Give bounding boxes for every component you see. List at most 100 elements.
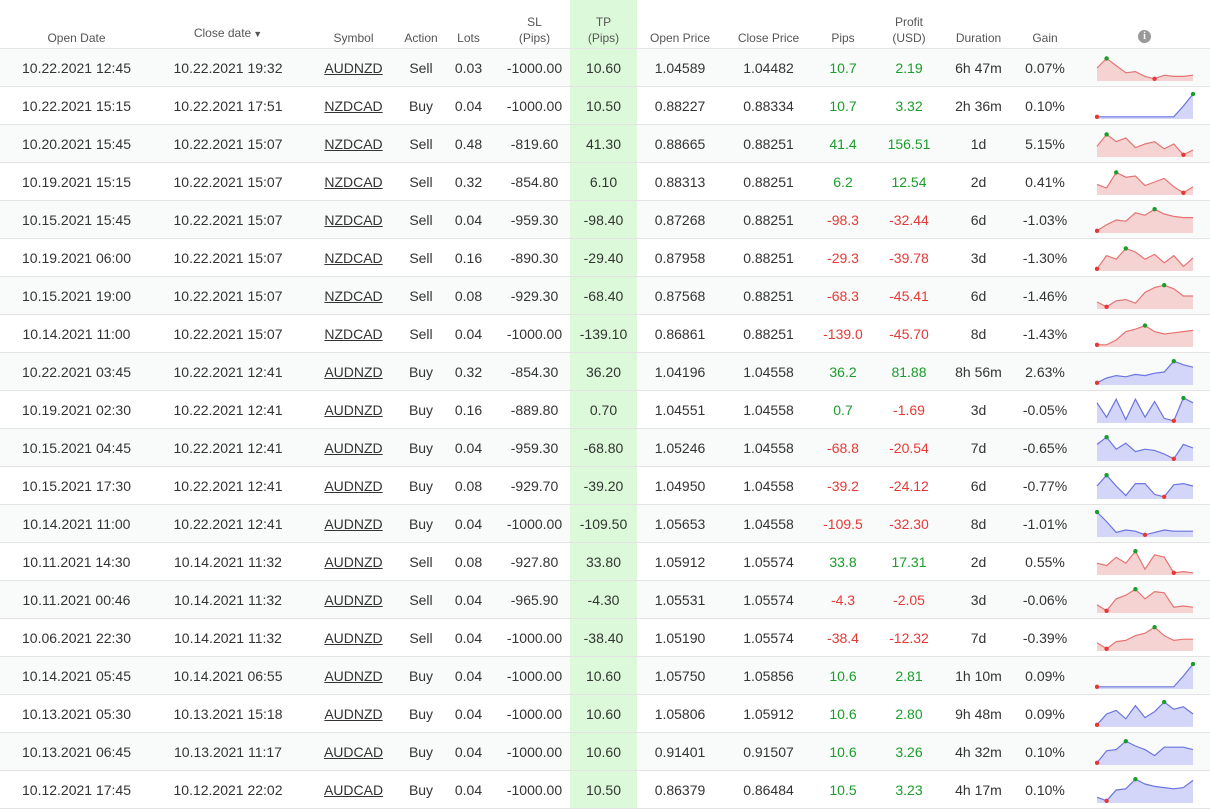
sort-desc-icon[interactable]: ▼ <box>253 29 262 39</box>
trade-history-table: Open Date Close date ▼ Symbol Action Lots… <box>0 0 1210 809</box>
table-row[interactable]: 10.13.2021 06:45 10.13.2021 11:17 AUDCAD Bu… <box>0 732 1210 771</box>
open-date-cell: 10.13.2021 05:30 <box>0 694 153 733</box>
symbol-link[interactable]: AUDNZD <box>324 630 382 646</box>
col-action[interactable]: Action <box>404 0 438 49</box>
lots-cell: 0.08 <box>438 466 499 505</box>
symbol-link[interactable]: AUDNZD <box>324 478 382 494</box>
table-row[interactable]: 10.13.2021 05:30 10.13.2021 15:18 AUDNZD Bu… <box>0 694 1210 733</box>
sparkline-max-point <box>1123 738 1128 743</box>
col-close-date[interactable]: Close date ▼ <box>153 0 303 49</box>
sparkline-cell <box>1079 238 1210 277</box>
sparkline-min-point <box>1151 76 1157 81</box>
col-gain[interactable]: Gain <box>1011 0 1079 49</box>
table-row[interactable]: 10.15.2021 19:00 10.22.2021 15:07 NZDCAD Se… <box>0 276 1210 315</box>
sparkline-max-point <box>1103 434 1109 439</box>
table-row[interactable]: 10.20.2021 15:45 10.22.2021 15:07 NZDCAD Se… <box>0 124 1210 163</box>
open-price-cell: 1.04950 <box>637 466 723 505</box>
table-row[interactable]: 10.22.2021 15:15 10.22.2021 17:51 NZDCAD Bu… <box>0 86 1210 125</box>
table-row[interactable]: 10.22.2021 12:45 10.22.2021 19:32 AUDNZD Se… <box>0 48 1210 87</box>
table-row[interactable]: 10.22.2021 03:45 10.22.2021 12:41 AUDNZD Bu… <box>0 352 1210 391</box>
table-row[interactable]: 10.06.2021 22:30 10.14.2021 11:32 AUDNZD Se… <box>0 618 1210 657</box>
lots-cell: 0.04 <box>438 694 499 733</box>
symbol-link[interactable]: AUDNZD <box>324 706 382 722</box>
trade-sparkline <box>1094 699 1193 727</box>
table-row[interactable]: 10.19.2021 06:00 10.22.2021 15:07 NZDCAD Se… <box>0 238 1210 277</box>
symbol-link[interactable]: NZDCAD <box>324 326 382 342</box>
symbol-link[interactable]: NZDCAD <box>324 98 382 114</box>
symbol-link[interactable]: AUDNZD <box>324 554 382 570</box>
col-tp[interactable]: TP (Pips) <box>570 0 637 49</box>
tp-cell: -139.10 <box>570 314 637 353</box>
trade-sparkline <box>1096 586 1193 613</box>
table-row[interactable]: 10.11.2021 14:30 10.14.2021 11:32 AUDNZD Se… <box>0 542 1210 581</box>
col-duration[interactable]: Duration <box>946 0 1011 49</box>
col-profit[interactable]: Profit (USD) <box>872 0 946 49</box>
table-row[interactable]: 10.15.2021 15:45 10.22.2021 15:07 NZDCAD Se… <box>0 200 1210 239</box>
sparkline-cell <box>1079 162 1210 201</box>
profit-cell: 3.32 <box>872 86 946 125</box>
symbol-link[interactable]: AUDNZD <box>324 592 382 608</box>
tp-cell: 10.60 <box>570 656 637 695</box>
pips-cell: 10.6 <box>814 694 872 733</box>
sl-cell: -959.30 <box>499 428 570 467</box>
symbol-link[interactable]: NZDCAD <box>324 250 382 266</box>
close-date-cell: 10.22.2021 12:41 <box>153 390 303 429</box>
col-open-price[interactable]: Open Price <box>637 0 723 49</box>
open-date-cell: 10.11.2021 00:46 <box>0 580 153 619</box>
col-open-date[interactable]: Open Date <box>0 0 153 49</box>
sl-cell: -819.60 <box>499 124 570 163</box>
table-row[interactable]: 10.14.2021 11:00 10.22.2021 12:41 AUDNZD Bu… <box>0 504 1210 543</box>
info-icon[interactable]: i <box>1138 30 1151 43</box>
col-pips[interactable]: Pips <box>814 0 872 49</box>
duration-cell: 1h 10m <box>946 656 1011 695</box>
symbol-link[interactable]: AUDNZD <box>324 668 382 684</box>
symbol-link[interactable]: AUDNZD <box>324 364 382 380</box>
table-row[interactable]: 10.19.2021 02:30 10.22.2021 12:41 AUDNZD Bu… <box>0 390 1210 429</box>
trade-sparkline <box>1096 55 1193 81</box>
lots-cell: 0.32 <box>438 352 499 391</box>
duration-cell: 9h 48m <box>946 694 1011 733</box>
open-date-cell: 10.19.2021 02:30 <box>0 390 153 429</box>
sparkline-max-point <box>1132 548 1138 553</box>
tp-cell: -39.20 <box>570 466 637 505</box>
symbol-link[interactable]: NZDCAD <box>324 212 382 228</box>
lots-cell: 0.04 <box>438 314 499 353</box>
symbol-link[interactable]: NZDCAD <box>324 288 382 304</box>
symbol-link[interactable]: AUDNZD <box>324 440 382 456</box>
open-date-cell: 10.15.2021 15:45 <box>0 200 153 239</box>
table-row[interactable]: 10.14.2021 11:00 10.22.2021 15:07 NZDCAD Se… <box>0 314 1210 353</box>
lots-cell: 0.48 <box>438 124 499 163</box>
tp-cell: 36.20 <box>570 352 637 391</box>
symbol-link[interactable]: AUDCAD <box>324 782 383 798</box>
symbol-link[interactable]: AUDCAD <box>324 744 383 760</box>
col-lots[interactable]: Lots <box>438 0 499 49</box>
duration-cell: 6d <box>946 466 1011 505</box>
open-price-cell: 0.87268 <box>637 200 723 239</box>
sparkline-min-point <box>1180 190 1186 195</box>
table-row[interactable]: 10.11.2021 00:46 10.14.2021 11:32 AUDNZD Se… <box>0 580 1210 619</box>
symbol-link[interactable]: NZDCAD <box>324 136 382 152</box>
close-price-cell: 1.05912 <box>723 694 814 733</box>
col-close-price[interactable]: Close Price <box>723 0 814 49</box>
col-sl[interactable]: SL (Pips) <box>499 0 570 49</box>
tp-cell: -38.40 <box>570 618 637 657</box>
sparkline-min-point <box>1094 760 1099 765</box>
table-row[interactable]: 10.12.2021 17:45 10.12.2021 22:02 AUDCAD Bu… <box>0 770 1210 809</box>
symbol-link[interactable]: AUDNZD <box>324 402 382 418</box>
table-row[interactable]: 10.15.2021 17:30 10.22.2021 12:41 AUDNZD Bu… <box>0 466 1210 505</box>
sparkline-area <box>1096 740 1193 765</box>
pips-cell: -39.2 <box>814 466 872 505</box>
open-date-cell: 10.12.2021 17:45 <box>0 770 153 809</box>
sparkline-max-point <box>1103 131 1109 137</box>
symbol-link[interactable]: AUDNZD <box>324 60 382 76</box>
symbol-link[interactable]: AUDNZD <box>324 516 382 532</box>
table-row[interactable]: 10.15.2021 04:45 10.22.2021 12:41 AUDNZD Bu… <box>0 428 1210 467</box>
table-row[interactable]: 10.19.2021 15:15 10.22.2021 15:07 NZDCAD Se… <box>0 162 1210 201</box>
pips-cell: -139.0 <box>814 314 872 353</box>
symbol-link[interactable]: NZDCAD <box>324 174 382 190</box>
duration-cell: 2h 36m <box>946 86 1011 125</box>
table-row[interactable]: 10.14.2021 05:45 10.14.2021 06:55 AUDNZD Bu… <box>0 656 1210 695</box>
action-cell: Buy <box>404 504 438 543</box>
close-price-cell: 1.05574 <box>723 580 814 619</box>
col-symbol[interactable]: Symbol <box>303 0 404 49</box>
